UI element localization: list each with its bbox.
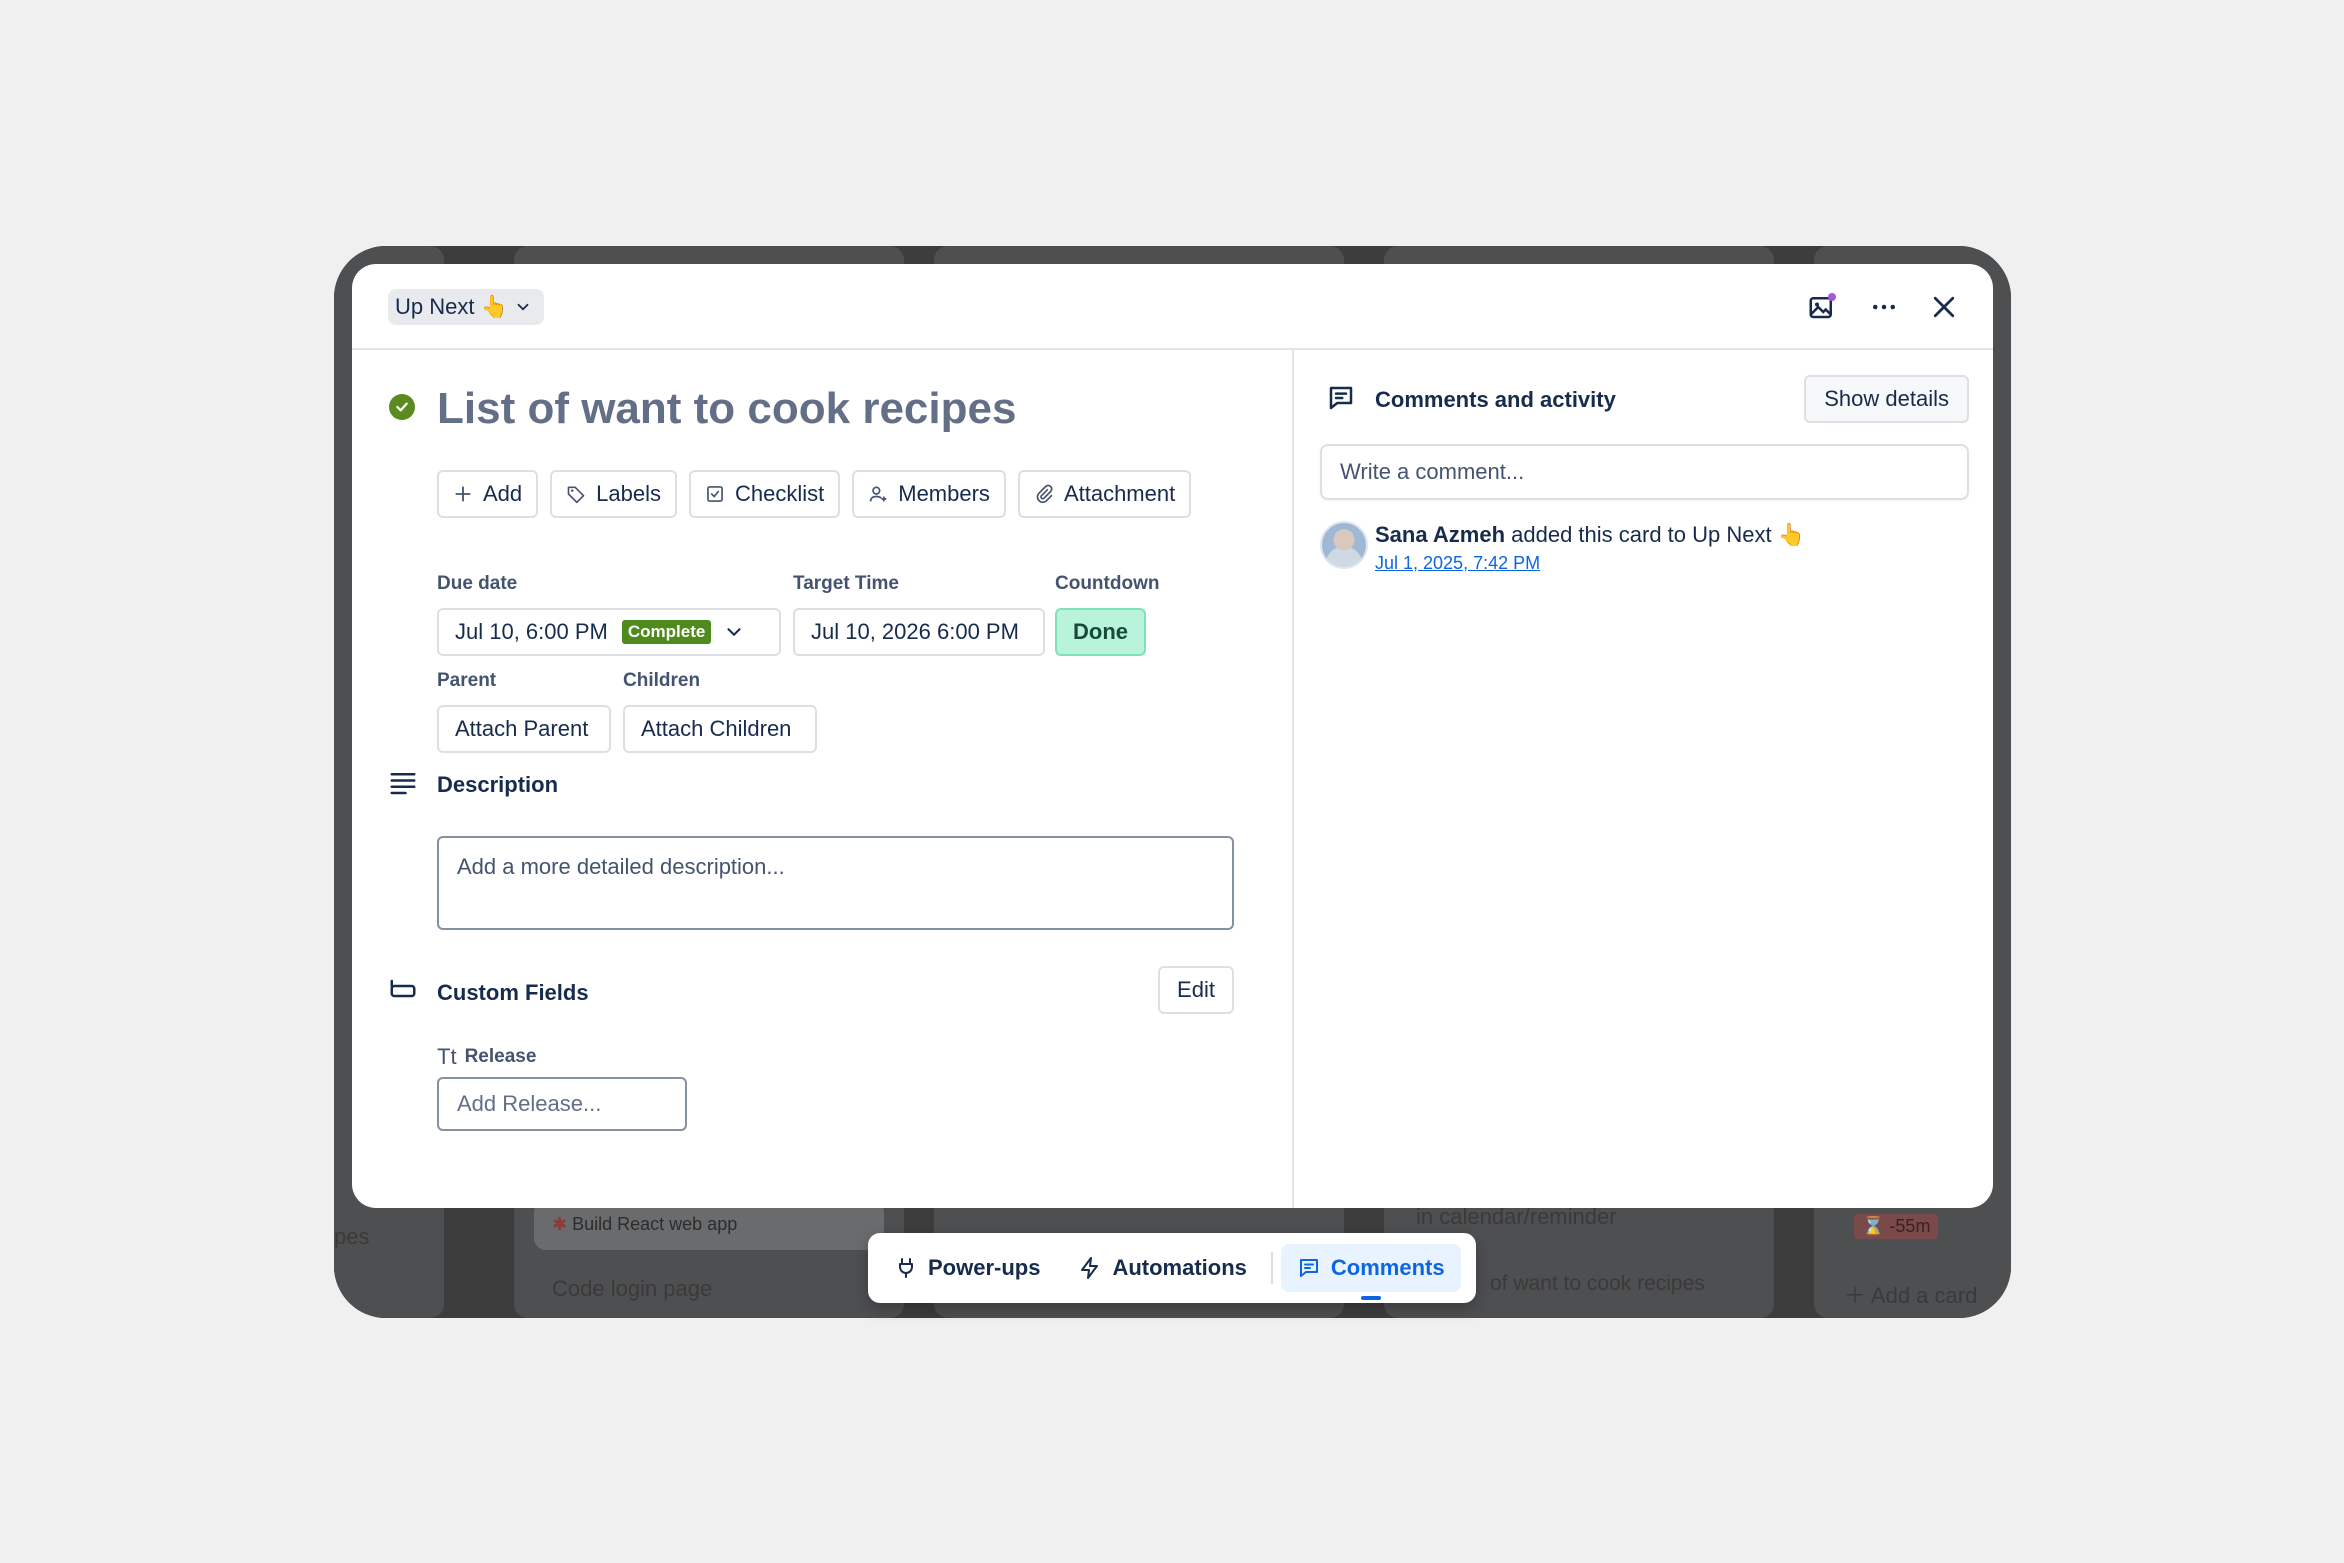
comments-panel: Comments and activity Show details Write… (1296, 350, 1993, 1208)
release-label: Release (464, 1046, 537, 1067)
power-ups-button[interactable]: Power-ups (878, 1244, 1056, 1292)
show-details-button[interactable]: Show details (1804, 375, 1969, 423)
board-card-title[interactable]: Code login page (552, 1276, 712, 1302)
release-field-label: Tt Release (437, 1044, 536, 1070)
tag-icon (567, 486, 585, 504)
board-card-title[interactable]: of want to cook recipes (1490, 1272, 1705, 1296)
more-options-button[interactable] (1861, 284, 1907, 330)
app-frame: ✱ Build React web app Code login page pe… (334, 246, 2011, 1318)
edit-custom-fields-button[interactable]: Edit (1158, 966, 1234, 1014)
card-detail-modal: Up Next 👆 List of want to cook recipes A… (352, 264, 1993, 1208)
comments-toggle-label: Comments (1330, 1255, 1445, 1280)
timer-badge-label: -55m (1889, 1216, 1931, 1236)
paperclip-icon (1036, 484, 1053, 504)
activity-entry: Sana Azmeh added this card to Up Next 👆 (1375, 522, 1805, 548)
avatar[interactable] (1320, 521, 1368, 569)
description-input[interactable]: Add a more detailed description... (437, 836, 1234, 930)
timer-badge: ⌛ -55m (1854, 1214, 1939, 1239)
bottom-toolbar: Power-ups Automations Comments (868, 1233, 1476, 1303)
power-ups-label: Power-ups (928, 1255, 1041, 1280)
card-title[interactable]: List of want to cook recipes (437, 384, 1016, 434)
release-input[interactable]: Add Release... (437, 1077, 687, 1131)
comment-input[interactable]: Write a comment... (1320, 444, 1969, 500)
description-heading: Description (437, 772, 559, 797)
activity-user[interactable]: Sana Azmeh (1375, 522, 1505, 547)
close-icon (1933, 296, 1955, 318)
custom-fields-heading: Custom Fields (437, 980, 589, 1005)
description-icon (390, 773, 416, 795)
chevron-down-icon (517, 303, 529, 311)
due-date-field[interactable]: Jul 10, 6:00 PM Complete (437, 608, 781, 656)
comment-icon (1329, 386, 1353, 410)
add-card-button[interactable]: ＋ Add a card (1844, 1278, 1977, 1310)
more-icon (1873, 304, 1895, 310)
status-badge: Complete (621, 620, 712, 644)
custom-fields-icon (390, 979, 416, 998)
complete-checkbox[interactable] (389, 394, 415, 420)
attach-children-button[interactable]: Attach Children (623, 705, 817, 753)
parent-label: Parent (437, 670, 497, 691)
add-button-label: Add (483, 481, 523, 506)
automations-label: Automations (1112, 1255, 1247, 1280)
card-main-panel: List of want to cook recipes Add Labels … (352, 350, 1294, 1208)
attach-parent-button[interactable]: Attach Parent (437, 705, 611, 753)
list-selector[interactable]: Up Next 👆 (388, 289, 544, 325)
board-card-title: Build React web app (572, 1214, 738, 1234)
add-button[interactable]: Add (437, 470, 539, 518)
attachment-button[interactable]: Attachment (1017, 470, 1192, 518)
labels-button[interactable]: Labels (550, 470, 677, 518)
labels-button-label: Labels (596, 481, 661, 506)
members-button-label: Members (898, 481, 990, 506)
toolbar-divider (1270, 1252, 1273, 1284)
children-label: Children (623, 670, 701, 691)
checklist-button[interactable]: Checklist (689, 470, 841, 518)
board-card-title: pes (334, 1224, 370, 1249)
modal-header: Up Next 👆 (352, 264, 1993, 350)
add-card-label: Add a card (1870, 1283, 1978, 1308)
lightning-icon (1081, 1257, 1099, 1279)
checklist-button-label: Checklist (735, 481, 825, 506)
card-action-buttons: Add Labels Checklist Members Attachment (437, 470, 1192, 518)
target-time-label: Target Time (793, 573, 899, 594)
activity-timestamp[interactable]: Jul 1, 2025, 7:42 PM (1375, 553, 1540, 574)
comments-heading: Comments and activity (1375, 387, 1616, 412)
members-button[interactable]: Members (852, 470, 1006, 518)
due-date-value: Jul 10, 6:00 PM (455, 619, 608, 644)
close-button[interactable] (1921, 284, 1967, 330)
due-date-label: Due date (437, 573, 518, 594)
comments-toggle-button[interactable]: Comments (1280, 1244, 1461, 1292)
countdown-label: Countdown (1055, 573, 1160, 594)
text-field-icon: Tt (437, 1044, 457, 1069)
target-time-field[interactable]: Jul 10, 2026 6:00 PM (793, 608, 1045, 656)
list-name: Up Next 👆 (395, 294, 508, 319)
check-icon (396, 402, 408, 412)
cover-image-button[interactable] (1799, 284, 1845, 330)
automations-button[interactable]: Automations (1062, 1244, 1262, 1292)
checkbox-icon (707, 486, 723, 502)
activity-text: added this card to Up Next 👆 (1511, 522, 1806, 547)
attachment-button-label: Attachment (1063, 481, 1176, 506)
countdown-status: Done (1055, 608, 1146, 656)
image-icon (1809, 293, 1836, 319)
plus-icon (455, 486, 471, 502)
plug-icon (899, 1258, 913, 1278)
chevron-down-icon (727, 628, 741, 637)
comment-icon (1299, 1259, 1318, 1277)
user-plus-icon (869, 486, 887, 502)
